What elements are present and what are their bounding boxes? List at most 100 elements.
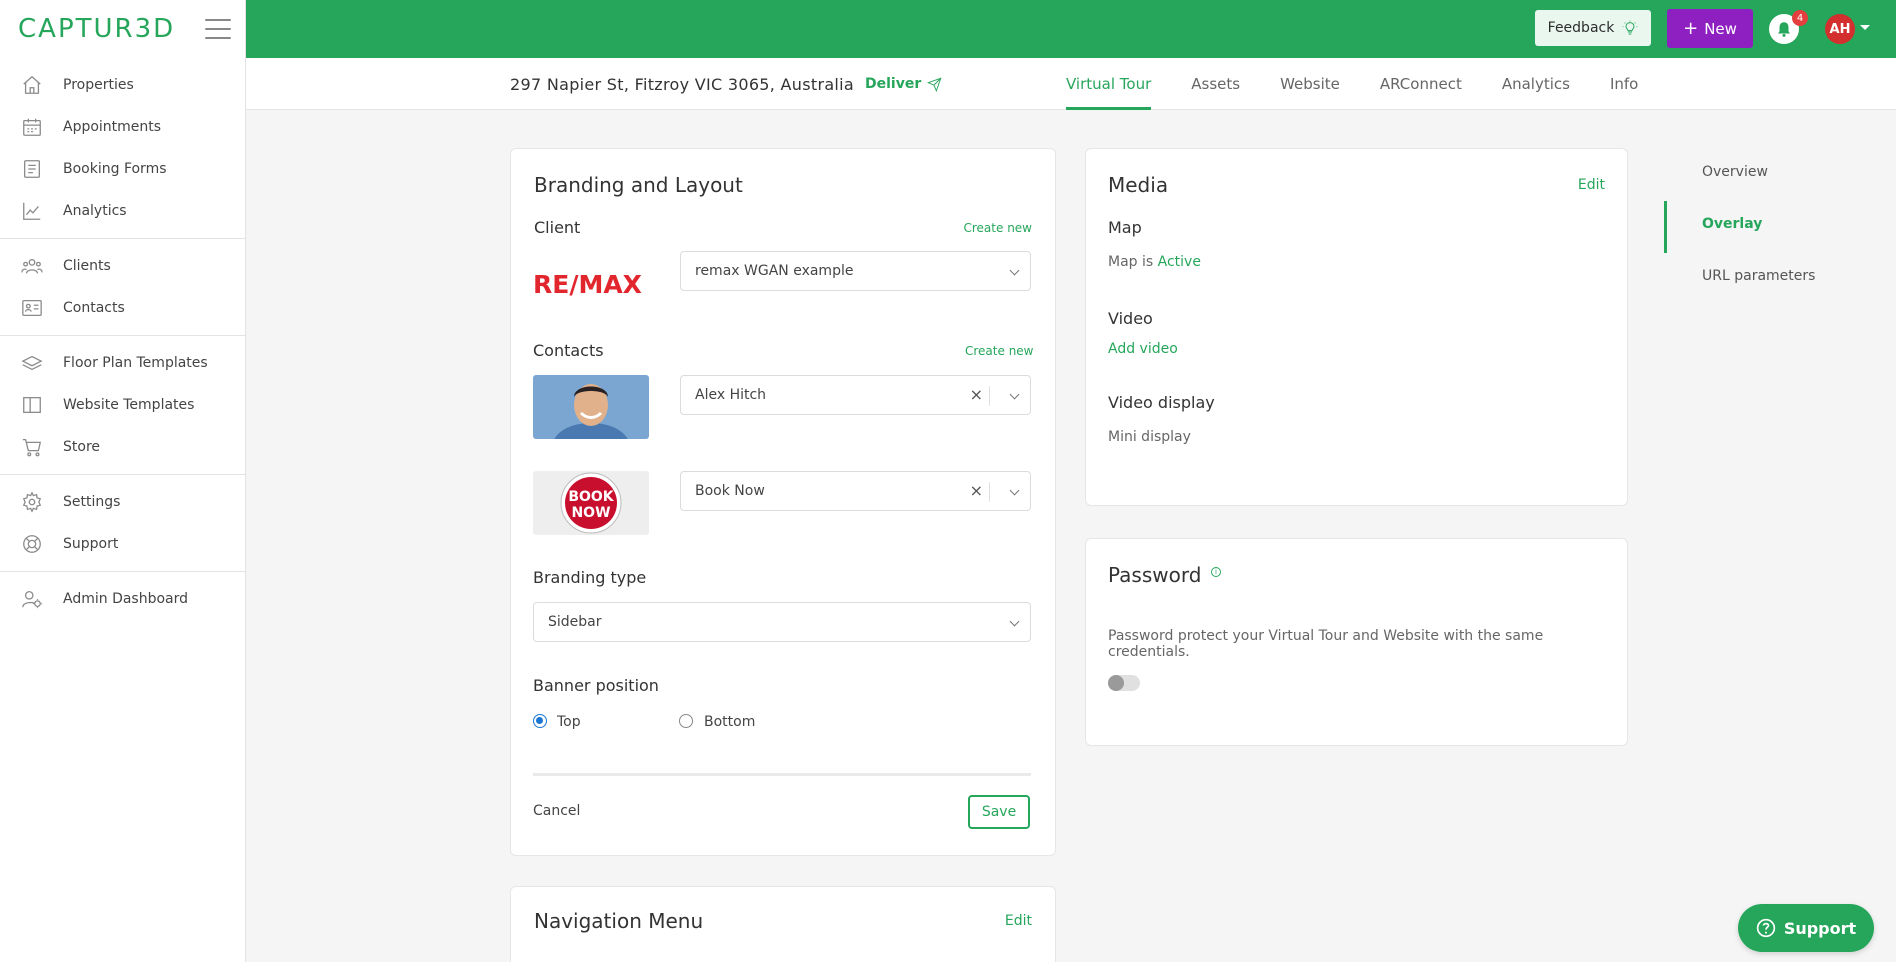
home-icon bbox=[21, 74, 43, 96]
property-subheader: 297 Napier St, Fitzroy VIC 3065, Austral… bbox=[246, 58, 1896, 110]
sidebar-item-clients[interactable]: Clients bbox=[0, 245, 245, 287]
anchor-overlay[interactable]: Overlay bbox=[1702, 216, 1762, 232]
top-bar: Feedback + New 4 AH bbox=[246, 0, 1896, 58]
banner-top-label: Top bbox=[557, 714, 581, 730]
cancel-button[interactable]: Cancel bbox=[533, 803, 580, 819]
sidebar-item-website-templates[interactable]: Website Templates bbox=[0, 384, 245, 426]
sidebar-item-appointments[interactable]: Appointments bbox=[0, 106, 245, 148]
tab-analytics[interactable]: Analytics bbox=[1502, 58, 1570, 110]
tab-virtual-tour[interactable]: Virtual Tour bbox=[1066, 58, 1152, 110]
client-select[interactable]: remax WGAN example bbox=[680, 251, 1031, 291]
password-toggle[interactable] bbox=[1108, 675, 1140, 691]
close-icon[interactable]: × bbox=[970, 385, 983, 404]
client-logo: RE/MAX bbox=[533, 267, 649, 301]
video-display-value: Mini display bbox=[1108, 429, 1191, 445]
chevron-down-icon bbox=[1009, 389, 1020, 400]
send-icon bbox=[927, 76, 942, 92]
chevron-down-icon bbox=[1009, 616, 1020, 627]
sidebar-item-label: Clients bbox=[63, 258, 111, 274]
save-button[interactable]: Save bbox=[968, 795, 1030, 829]
anchor-url-parameters[interactable]: URL parameters bbox=[1702, 268, 1815, 284]
card-title: Media bbox=[1108, 173, 1169, 197]
calendar-icon bbox=[21, 116, 43, 138]
sidebar-item-label: Floor Plan Templates bbox=[63, 355, 208, 371]
banner-bottom-radio[interactable] bbox=[679, 714, 693, 728]
avatar[interactable]: AH bbox=[1825, 14, 1855, 44]
sidebar-item-settings[interactable]: Settings bbox=[0, 481, 245, 523]
sidebar-item-label: Properties bbox=[63, 77, 134, 93]
tab-assets[interactable]: Assets bbox=[1191, 58, 1240, 110]
new-label: New bbox=[1704, 19, 1737, 38]
card-title: Password bbox=[1108, 563, 1202, 587]
sidebar-item-support[interactable]: Support bbox=[0, 523, 245, 565]
tab-arconnect[interactable]: ARConnect bbox=[1380, 58, 1462, 110]
password-card: Password i Password protect your Virtual… bbox=[1085, 538, 1628, 746]
contact-select-1-value: Alex Hitch bbox=[695, 387, 767, 403]
sidebar-item-contacts[interactable]: Contacts bbox=[0, 287, 245, 329]
edit-media-link[interactable]: Edit bbox=[1578, 177, 1605, 193]
info-icon[interactable]: i bbox=[1211, 567, 1221, 577]
banner-top-radio[interactable] bbox=[533, 714, 547, 728]
lightbulb-icon bbox=[1622, 20, 1638, 35]
tab-website[interactable]: Website bbox=[1280, 58, 1340, 110]
card-title: Branding and Layout bbox=[534, 173, 743, 197]
book-now-image: BOOK NOW bbox=[533, 471, 649, 535]
add-video-link[interactable]: Add video bbox=[1108, 341, 1178, 357]
feedback-label: Feedback bbox=[1547, 20, 1615, 36]
chart-icon bbox=[21, 200, 43, 222]
select-separator bbox=[989, 386, 990, 406]
video-display-label: Video display bbox=[1108, 393, 1215, 412]
anchor-overview[interactable]: Overview bbox=[1702, 164, 1768, 180]
layers-icon bbox=[21, 352, 43, 374]
chevron-down-icon[interactable] bbox=[1860, 25, 1870, 30]
contact-photo bbox=[533, 375, 649, 439]
contact-select-2-value: Book Now bbox=[695, 483, 765, 499]
cart-icon bbox=[21, 436, 43, 458]
sidebar-item-admin-dashboard[interactable]: Admin Dashboard bbox=[0, 578, 245, 620]
sidebar-item-booking-forms[interactable]: Booking Forms bbox=[0, 148, 245, 190]
banner-position-label: Banner position bbox=[533, 676, 659, 695]
sidebar-item-label: Contacts bbox=[63, 300, 125, 316]
create-new-client-link[interactable]: Create new bbox=[964, 221, 1033, 235]
sidebar-item-store[interactable]: Store bbox=[0, 426, 245, 468]
banner-bottom-label: Bottom bbox=[704, 714, 756, 730]
notification-badge: 4 bbox=[1792, 10, 1808, 26]
sidebar: CAPTUR3D Properties Appointments Booking… bbox=[0, 0, 246, 962]
video-label: Video bbox=[1108, 309, 1153, 328]
contact-select-1[interactable]: Alex Hitch × bbox=[680, 375, 1031, 415]
chevron-down-icon bbox=[1009, 265, 1020, 276]
deliver-button[interactable]: Deliver bbox=[865, 58, 942, 110]
nav-group-settings: Settings Support bbox=[0, 475, 245, 572]
admin-icon bbox=[21, 588, 43, 610]
sidebar-item-floor-plan-templates[interactable]: Floor Plan Templates bbox=[0, 342, 245, 384]
select-separator bbox=[989, 482, 990, 502]
sidebar-item-analytics[interactable]: Analytics bbox=[0, 190, 245, 232]
tab-info[interactable]: Info bbox=[1610, 58, 1638, 110]
create-new-contact-link[interactable]: Create new bbox=[965, 344, 1034, 358]
contact-select-2[interactable]: Book Now × bbox=[680, 471, 1031, 511]
client-logo-text: RE/MAX bbox=[533, 270, 642, 298]
gear-icon bbox=[21, 491, 43, 513]
sidebar-header: CAPTUR3D bbox=[0, 0, 245, 58]
columns-icon bbox=[21, 394, 43, 416]
map-status: Map is Active bbox=[1108, 254, 1201, 270]
password-description: Password protect your Virtual Tour and W… bbox=[1108, 628, 1544, 660]
menu-toggle-icon[interactable] bbox=[205, 19, 231, 39]
client-select-value: remax WGAN example bbox=[695, 263, 854, 279]
map-status-prefix: Map is bbox=[1108, 254, 1154, 270]
branding-type-select[interactable]: Sidebar bbox=[533, 602, 1031, 642]
sidebar-item-label: Settings bbox=[63, 494, 121, 510]
chevron-down-icon bbox=[1009, 485, 1020, 496]
client-label: Client bbox=[534, 218, 581, 237]
feedback-button[interactable]: Feedback bbox=[1535, 10, 1651, 46]
app-logo[interactable]: CAPTUR3D bbox=[18, 14, 175, 44]
support-label: Support bbox=[1783, 918, 1857, 938]
close-icon[interactable]: × bbox=[970, 481, 983, 500]
branding-type-label: Branding type bbox=[533, 568, 647, 587]
active-anchor-indicator bbox=[1664, 201, 1667, 253]
support-button[interactable]: Support bbox=[1738, 904, 1874, 952]
edit-navigation-link[interactable]: Edit bbox=[1005, 913, 1032, 929]
new-button[interactable]: + New bbox=[1667, 9, 1753, 48]
nav-group-admin: Admin Dashboard bbox=[0, 572, 245, 626]
sidebar-item-properties[interactable]: Properties bbox=[0, 64, 245, 106]
